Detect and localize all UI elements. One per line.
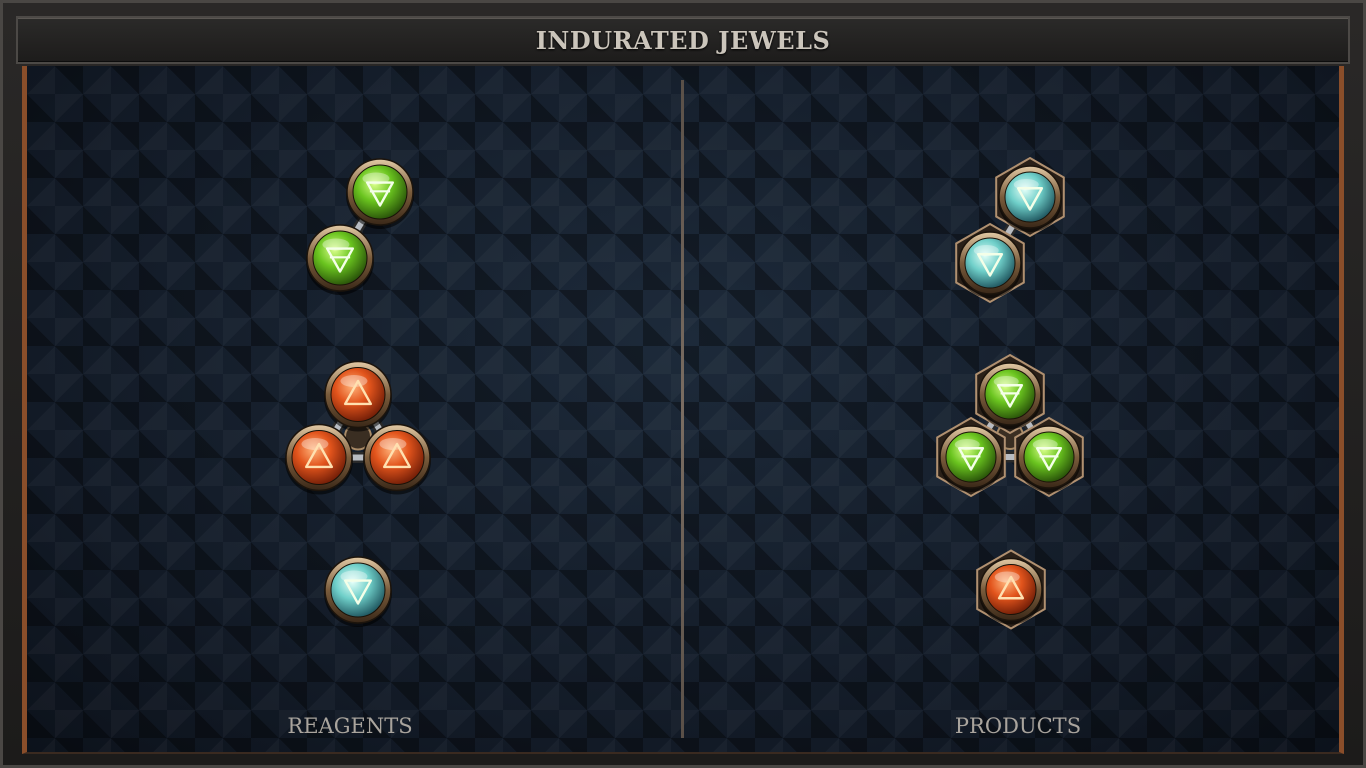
product-green-jewel[interactable] [1014,416,1084,498]
reagents-label: REAGENTS [287,714,413,738]
title-bar: INDURATED JEWELS [16,16,1350,64]
product-cyan-jewel[interactable] [995,156,1065,238]
product-red-single[interactable] [966,542,1056,637]
reagent-red-jewel[interactable] [324,360,392,432]
reagent-red-jewel[interactable] [285,423,353,495]
reagent-red-jewel[interactable] [363,423,431,495]
reagent-green-pair[interactable] [300,150,420,300]
reagent-cyan-single[interactable] [318,550,398,630]
product-cyan-pair[interactable] [945,145,1075,315]
product-green-jewel[interactable] [936,416,1006,498]
reagent-cyan-jewel[interactable] [324,556,392,627]
reagent-green-jewel[interactable] [346,158,414,229]
product-green-triad[interactable] [925,342,1095,512]
product-red-jewel[interactable] [976,549,1046,630]
product-green-jewel[interactable] [975,353,1045,435]
window-title: INDURATED JEWELS [535,25,831,55]
reagent-red-triad[interactable] [278,350,438,505]
product-cyan-jewel[interactable] [955,222,1025,304]
reagent-green-jewel[interactable] [306,224,374,295]
section-divider [681,80,684,738]
products-label: PRODUCTS [954,714,1082,738]
